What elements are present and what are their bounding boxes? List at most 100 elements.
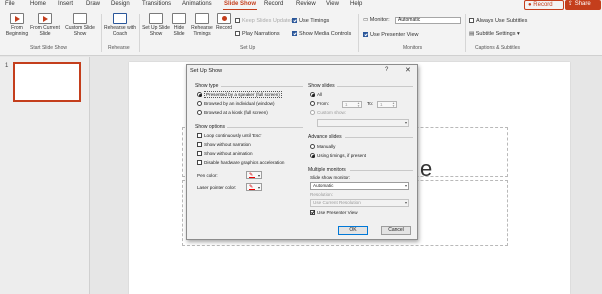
radio-icon [197, 110, 202, 115]
set-up-slide-show-button[interactable]: Set Up Slide Show [142, 13, 170, 37]
group-line [221, 86, 303, 87]
show-without-narration-checkbox[interactable]: Show without narration [197, 142, 251, 148]
chevron-down-icon: ▾ [404, 200, 407, 205]
all-slides-radio[interactable]: All [310, 92, 322, 98]
loop-continuously-checkbox[interactable]: Loop continuously until 'Esc' [197, 133, 261, 139]
record-ribbon-button[interactable]: Record [214, 13, 234, 31]
browsed-at-kiosk-label: Browsed at a kiosk (full screen) [204, 110, 268, 115]
dialog-use-presenter-view-checkbox[interactable]: Use Presenter View [310, 210, 358, 216]
tab-insert[interactable]: Insert [58, 1, 73, 7]
use-presenter-view-checkbox[interactable]: Use Presenter View [363, 32, 419, 38]
resolution-select[interactable]: Use Current Resolution ▾ [310, 199, 409, 207]
advance-using-timings-radio[interactable]: Using timings, if present [310, 153, 366, 159]
show-slides-heading: Show slides [308, 83, 335, 89]
tab-draw[interactable]: Draw [86, 1, 100, 7]
close-icon[interactable]: ✕ [405, 66, 411, 74]
subtitle-settings-button[interactable]: ▤ Subtitle Settings ▾ [469, 31, 520, 37]
use-timings-checkbox[interactable]: Use Timings [292, 18, 329, 24]
tab-transitions[interactable]: Transitions [142, 1, 171, 7]
play-narrations-label: Play Narrations [242, 31, 280, 37]
tab-animations[interactable]: Animations [182, 1, 212, 7]
help-icon[interactable]: ? [385, 67, 388, 73]
title-text-fragment: e [420, 156, 433, 181]
tab-review[interactable]: Review [296, 1, 316, 7]
from-slide-value: 1 [345, 102, 348, 107]
subtitle-settings-label: Subtitle Settings [475, 31, 516, 37]
checkbox-icon [197, 160, 202, 165]
radio-selected-icon [310, 153, 315, 158]
tab-help[interactable]: Help [350, 1, 362, 7]
rehearse-group-label: Rehearse [108, 45, 130, 51]
keep-slides-updated-checkbox[interactable]: Keep Slides Updated [235, 18, 294, 24]
browsed-by-individual-radio[interactable]: Browsed by an individual (window) [197, 101, 274, 107]
share-button[interactable]: ⇪ Share [565, 0, 601, 10]
show-media-controls-label: Show Media Controls [299, 31, 352, 37]
from-slides-radio[interactable]: From: [310, 101, 329, 107]
hide-slide-button[interactable]: Hide Slide [170, 13, 188, 37]
slide-show-monitor-label: Slide show monitor: [310, 175, 351, 180]
checkbox-icon [197, 142, 202, 147]
from-beginning-button[interactable]: From Beginning [2, 13, 32, 37]
advance-manually-radio[interactable]: Manually [310, 144, 335, 150]
monitor-select[interactable]: Automatic [395, 17, 461, 24]
show-media-controls-checkbox[interactable]: Show Media Controls [292, 31, 351, 37]
disable-hardware-acceleration-checkbox[interactable]: Disable hardware graphics acceleration [197, 160, 284, 166]
custom-slide-show-button[interactable]: Custom Slide Show [62, 13, 98, 37]
laser-pointer-color-label: Laser pointer color: [197, 185, 237, 190]
disable-hardware-acceleration-label: Disable hardware graphics acceleration [204, 160, 285, 165]
resolution-label: Resolution: [310, 192, 333, 197]
rehearse-timings-button[interactable]: Rehearse Timings [189, 13, 215, 37]
chevron-down-icon: ▾ [404, 120, 407, 125]
pen-color-picker[interactable]: ✎ ▾ [246, 171, 262, 179]
record-button[interactable]: ● Record [524, 0, 564, 10]
custom-show-select[interactable]: ▾ [317, 119, 409, 127]
slide-thumbnail[interactable] [13, 62, 81, 102]
keep-slides-updated-label: Keep Slides Updated [242, 18, 294, 24]
hide-slide-icon [172, 13, 186, 24]
record-dot-icon: ● [528, 2, 532, 8]
radio-icon [197, 101, 202, 106]
group-line [337, 86, 413, 87]
from-beginning-label: From Beginning [5, 25, 29, 37]
browsed-by-individual-label: Browsed by an individual (window) [204, 101, 275, 106]
presented-by-speaker-radio[interactable]: Presented by a speaker (full screen) [197, 91, 282, 98]
play-narrations-checkbox[interactable]: Play Narrations [235, 31, 280, 37]
tab-slide-show[interactable]: Slide Show [224, 1, 256, 7]
slide-show-monitor-select[interactable]: Automatic ▾ [310, 182, 409, 190]
to-slide-spinner[interactable]: 1 ▴ ▾ [377, 101, 397, 108]
tab-home[interactable]: Home [30, 1, 46, 7]
ok-button[interactable]: OK [338, 226, 368, 235]
custom-show-label: Custom Slide Show [65, 25, 95, 37]
advance-manually-label: Manually [317, 144, 336, 149]
from-slide-spinner[interactable]: 1 ▴ ▾ [342, 101, 362, 108]
custom-show-radio[interactable]: Custom show: [310, 110, 346, 116]
spinner-arrows-icon: ▴ ▾ [392, 101, 395, 108]
checkbox-icon [235, 18, 240, 23]
show-without-animation-label: Show without animation [204, 151, 253, 156]
use-presenter-view-label: Use Presenter View [370, 32, 419, 38]
record-icon [217, 13, 231, 24]
setup-show-label: Set Up Slide Show [142, 25, 170, 37]
ribbon-divider [101, 14, 102, 52]
always-use-subtitles-checkbox[interactable]: Always Use Subtitles [469, 18, 527, 24]
tab-design[interactable]: Design [111, 1, 130, 7]
always-use-subtitles-label: Always Use Subtitles [476, 18, 528, 24]
checkbox-icon [197, 151, 202, 156]
multiple-monitors-heading: Multiple monitors [308, 167, 346, 173]
tab-file[interactable]: File [5, 1, 15, 7]
browsed-at-kiosk-radio[interactable]: Browsed at a kiosk (full screen) [197, 110, 268, 116]
tab-record[interactable]: Record [264, 1, 283, 7]
laser-pointer-color-picker[interactable]: ✎ ▾ [246, 183, 262, 191]
radio-icon [310, 144, 315, 149]
cancel-button[interactable]: Cancel [381, 226, 411, 235]
radio-icon [310, 110, 315, 115]
radio-icon [310, 101, 315, 106]
rehearse-with-coach-button[interactable]: Rehearse with Coach [104, 13, 136, 37]
from-current-slide-button[interactable]: From Current Slide [30, 13, 60, 37]
rehearse-coach-label: Rehearse with Coach [104, 25, 136, 37]
custom-show-icon [73, 13, 87, 24]
timer-icon [195, 13, 209, 24]
tab-view[interactable]: View [326, 1, 339, 7]
show-without-animation-checkbox[interactable]: Show without animation [197, 151, 253, 157]
custom-show-label: Custom show: [317, 110, 347, 115]
